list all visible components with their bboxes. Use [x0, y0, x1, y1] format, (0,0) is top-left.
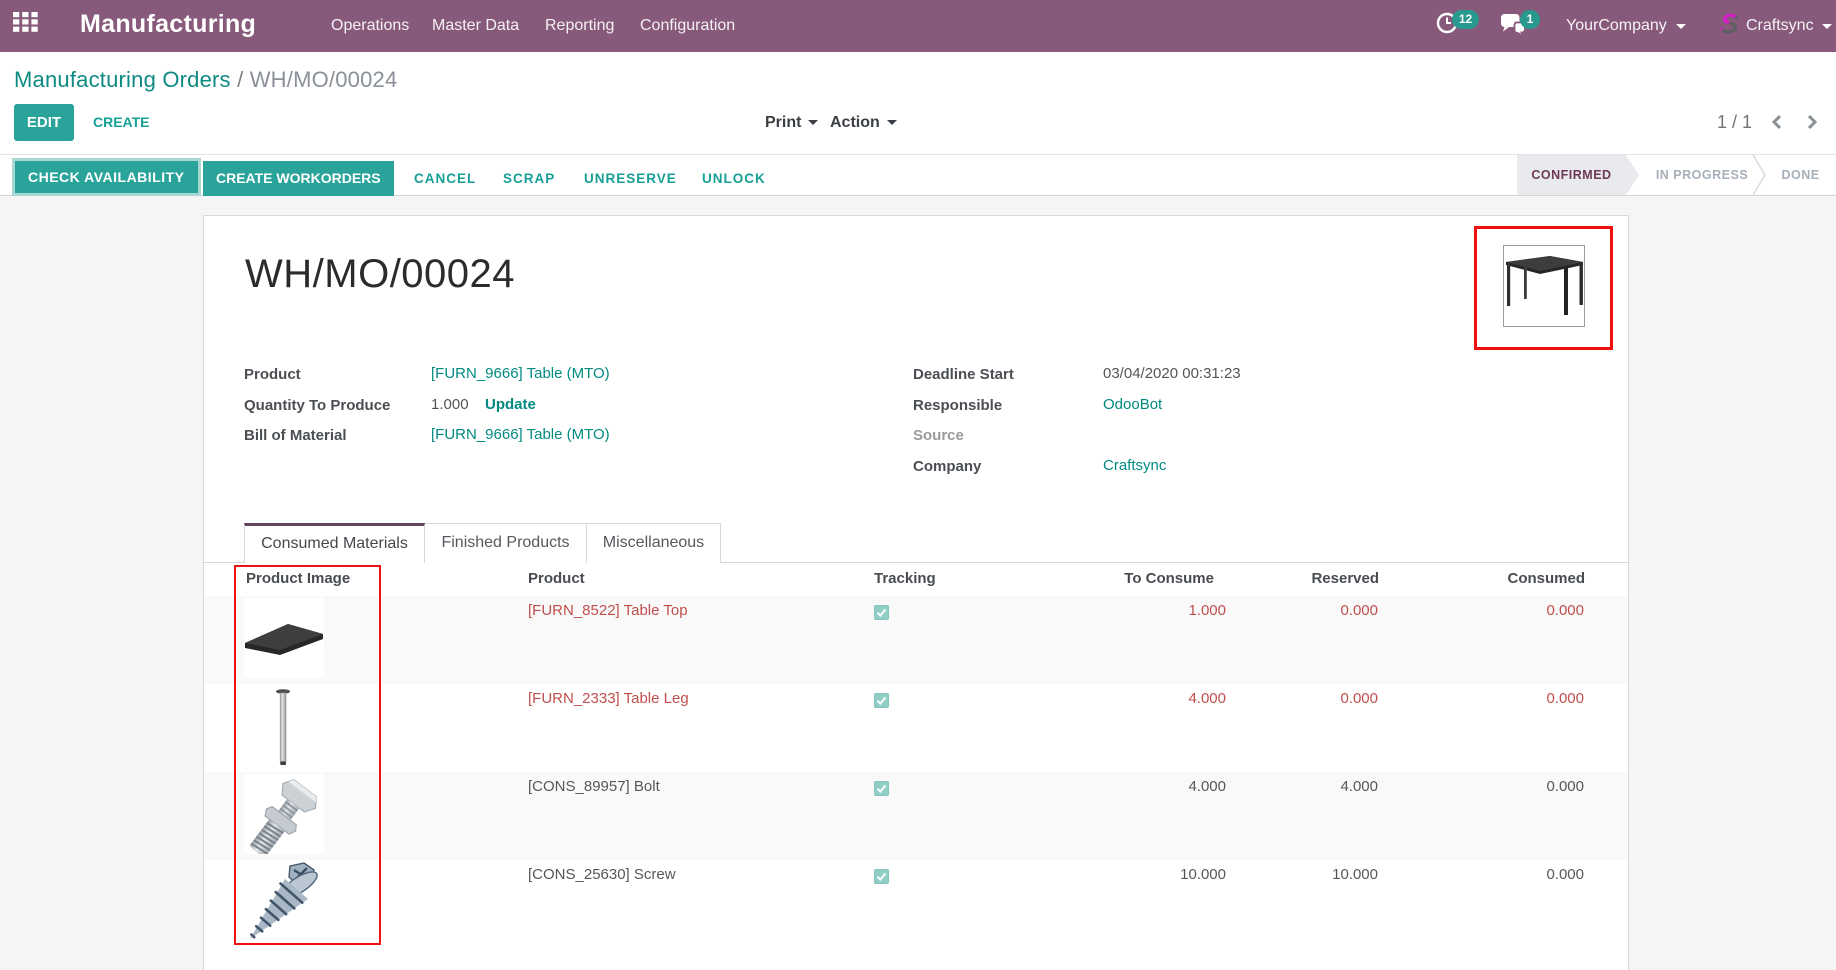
svg-text:S: S: [1720, 9, 1739, 39]
